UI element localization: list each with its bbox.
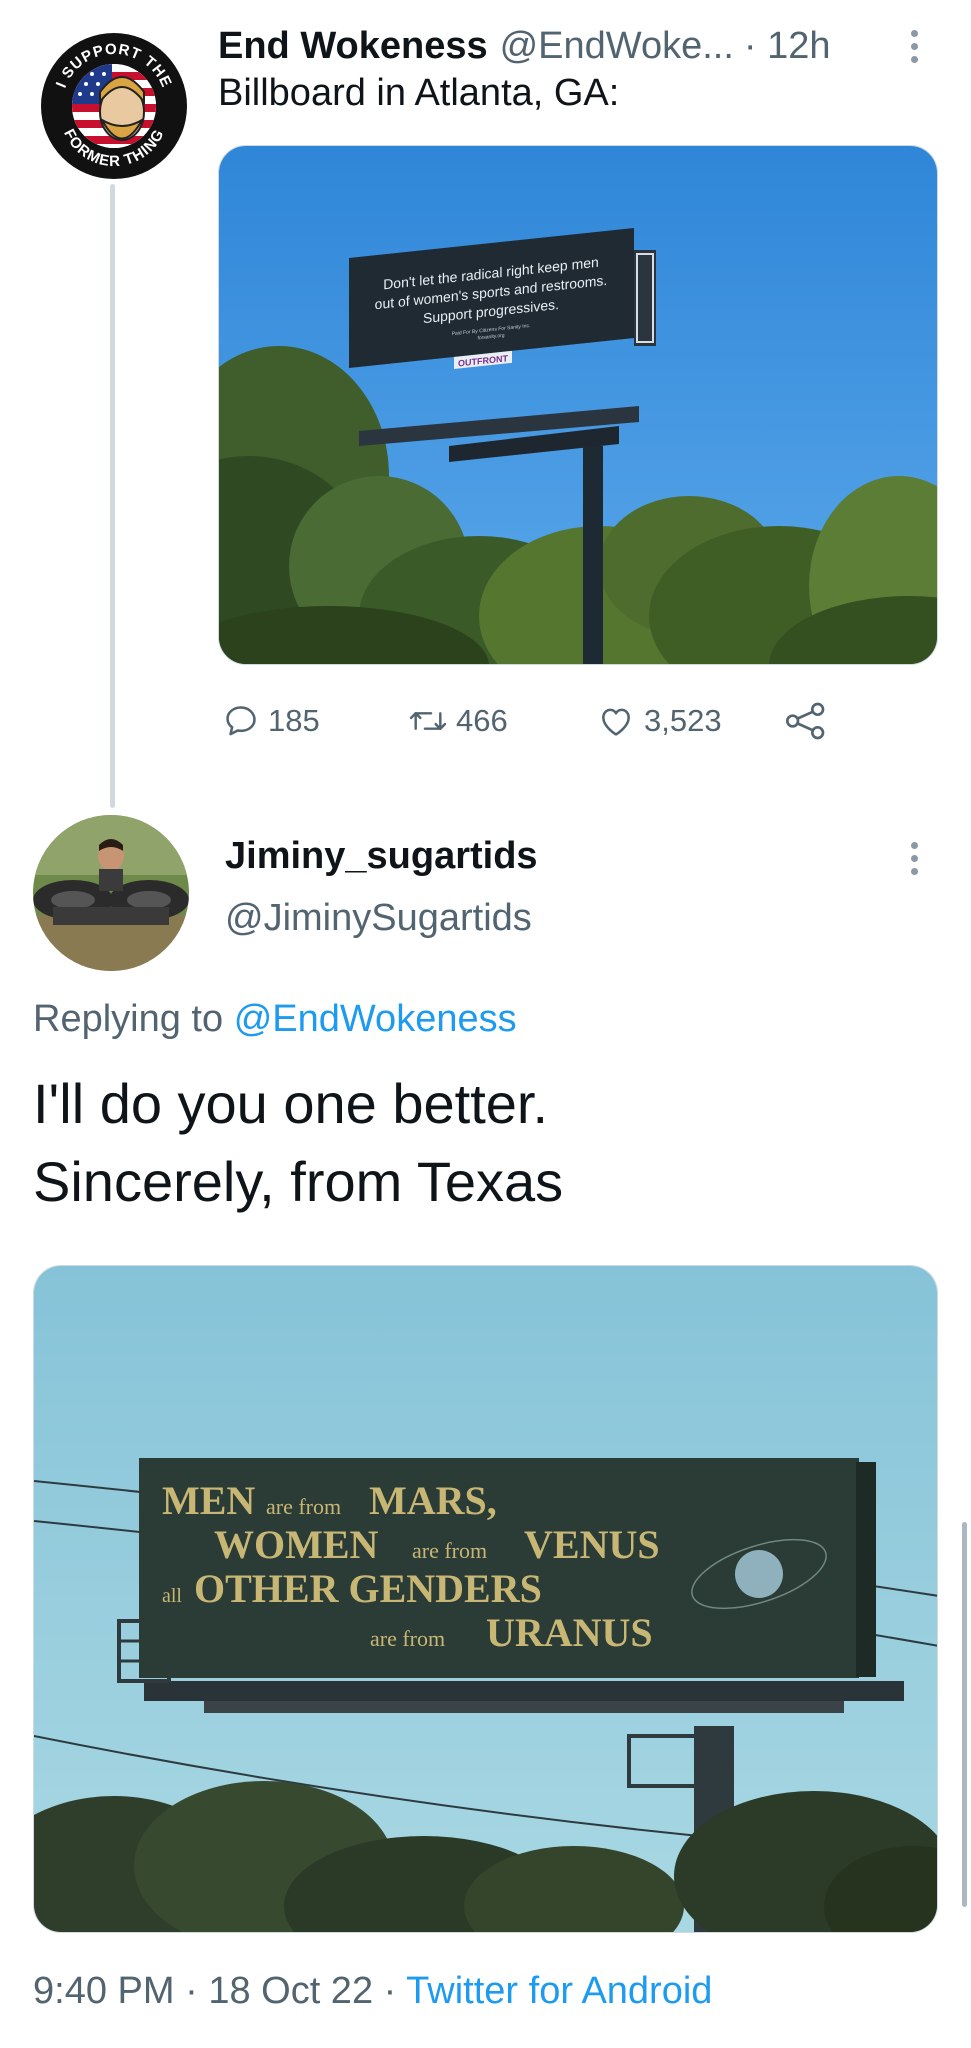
like-count: 3,523	[644, 703, 722, 738]
tweet-meta-footer: 9:40 PM · 18 Oct 22 · Twitter for Androi…	[33, 1970, 713, 2012]
avatar-image: I SUPPORT THE FORMER THING	[41, 33, 187, 179]
billboard-are-from-3: are from	[370, 1626, 445, 1651]
post-source-link[interactable]: Twitter for Android	[406, 1970, 712, 2012]
reply-action[interactable]: 185	[222, 695, 320, 747]
billboard-photo-atlanta: Don't let the radical right keep men out…	[219, 146, 937, 664]
retweet-action[interactable]: 466	[408, 695, 508, 747]
reply-count: 185	[268, 703, 320, 738]
replying-prefix: Replying to	[33, 998, 224, 1040]
retweet-icon	[409, 712, 447, 730]
planet-graphic	[735, 1550, 783, 1598]
billboard-word-all: all	[162, 1585, 182, 1607]
billboard-photo-texas: MEN are from MARS, WOMEN are from VENUS …	[34, 1266, 937, 1932]
reply-author-avatar[interactable]	[33, 815, 189, 971]
reply-icon	[226, 706, 256, 736]
reply-avatar-image	[33, 815, 189, 971]
billboard-are-from-1: are from	[266, 1494, 341, 1519]
billboard-word-venus: VENUS	[524, 1522, 660, 1567]
reply-text: I'll do you one better. Sincerely, from …	[33, 1065, 563, 1221]
tweet-header: End Wokeness @EndWoke... · 12h	[218, 16, 958, 76]
scrollbar[interactable]	[962, 1522, 967, 1907]
post-time: 9:40 PM	[33, 1970, 175, 2012]
post-date: 18 Oct 22	[208, 1970, 374, 2012]
heart-icon	[602, 708, 630, 736]
reply-author-handle[interactable]: @JiminySugartids	[225, 897, 532, 940]
share-action[interactable]	[784, 695, 828, 747]
author-name[interactable]: End Wokeness	[218, 25, 488, 68]
tweet-text: Billboard in Atlanta, GA:	[218, 72, 620, 114]
like-action[interactable]: 3,523	[596, 695, 722, 747]
billboard-are-from-2: are from	[412, 1538, 487, 1563]
reply-text-line-1: I'll do you one better.	[33, 1072, 549, 1135]
replying-to-line: Replying to @EndWokeness	[33, 998, 517, 1041]
billboard-pole	[583, 446, 603, 664]
reply-text-line-2: Sincerely, from Texas	[33, 1150, 564, 1213]
author-handle[interactable]: @EndWoke...	[500, 25, 734, 68]
reply-more-options-icon[interactable]	[906, 842, 922, 875]
thread-connector-line	[110, 184, 115, 808]
tweet-actions: 185 466 3,523	[222, 695, 842, 747]
reply-image-billboard-texas[interactable]: MEN are from MARS, WOMEN are from VENUS …	[33, 1265, 938, 1933]
billboard-catwalk	[144, 1681, 904, 1701]
reply-author-name[interactable]: Jiminy_sugartids	[225, 835, 538, 878]
replying-to-link[interactable]: @EndWokeness	[234, 998, 517, 1040]
billboard-word-men: MEN	[162, 1478, 255, 1523]
retweet-count: 466	[456, 703, 508, 738]
billboard-word-women: WOMEN	[214, 1522, 379, 1567]
more-options-icon[interactable]	[906, 30, 922, 63]
billboard-word-uranus: URANUS	[486, 1610, 653, 1655]
billboard-word-other-genders: OTHER GENDERS	[194, 1566, 542, 1611]
tweet-image-billboard-atlanta[interactable]: Don't let the radical right keep men out…	[218, 145, 938, 665]
billboard-word-mars: MARS,	[369, 1478, 497, 1523]
author-avatar[interactable]: I SUPPORT THE FORMER THING	[40, 32, 188, 180]
share-icon	[785, 702, 825, 740]
tweet-time[interactable]: · 12h	[744, 25, 831, 68]
